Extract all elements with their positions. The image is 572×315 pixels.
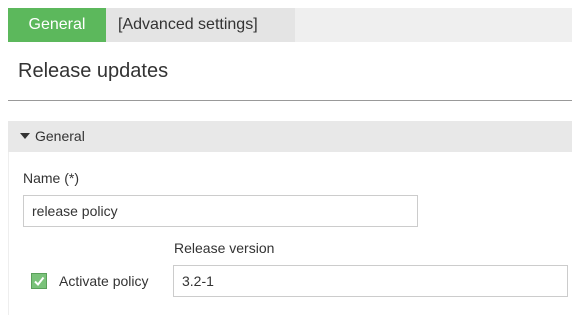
activate-policy-checkbox[interactable] (31, 273, 47, 289)
release-version-input[interactable] (173, 265, 568, 297)
activate-policy-label[interactable]: Activate policy (59, 273, 148, 289)
checkmark-icon (34, 276, 45, 287)
title-divider (8, 100, 572, 101)
release-version-label: Release version (174, 240, 275, 256)
tab-advanced-settings[interactable]: [Advanced settings] (106, 8, 295, 42)
section-header-general[interactable]: General (8, 121, 572, 152)
page-title: Release updates (18, 60, 169, 82)
tab-bar: General [Advanced settings] (8, 8, 572, 42)
tab-general[interactable]: General (8, 8, 106, 42)
name-input[interactable] (23, 195, 418, 227)
section-title: General (35, 128, 85, 144)
name-label: Name (*) (23, 170, 80, 186)
caret-down-icon[interactable] (20, 133, 30, 139)
